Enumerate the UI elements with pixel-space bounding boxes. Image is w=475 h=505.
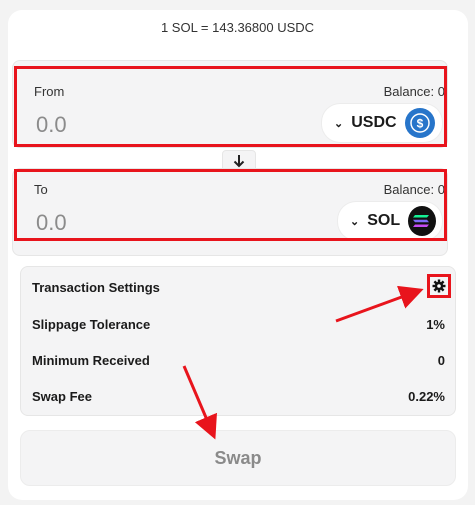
slippage-value: 1% xyxy=(426,317,445,332)
settings-row: Swap Fee 0.22% xyxy=(32,389,445,404)
swap-fee-label: Swap Fee xyxy=(32,389,92,404)
settings-title-row: Transaction Settings xyxy=(32,280,445,295)
slippage-label: Slippage Tolerance xyxy=(32,317,151,332)
settings-row: Minimum Received 0 xyxy=(32,353,445,368)
settings-row: Slippage Tolerance 1% xyxy=(32,317,445,332)
swap-fee-value: 0.22% xyxy=(408,389,445,404)
settings-button[interactable] xyxy=(427,274,451,298)
exchange-rate: 1 SOL = 143.36800 USDC xyxy=(160,20,315,35)
minimum-received-label: Minimum Received xyxy=(32,353,150,368)
swap-button[interactable]: Swap xyxy=(20,430,456,486)
settings-title: Transaction Settings xyxy=(32,280,160,295)
arrow-down-icon xyxy=(233,155,245,168)
gear-icon xyxy=(432,279,446,293)
minimum-received-value: 0 xyxy=(437,353,445,368)
to-annotation-box xyxy=(14,169,447,241)
from-annotation-box xyxy=(14,66,447,147)
